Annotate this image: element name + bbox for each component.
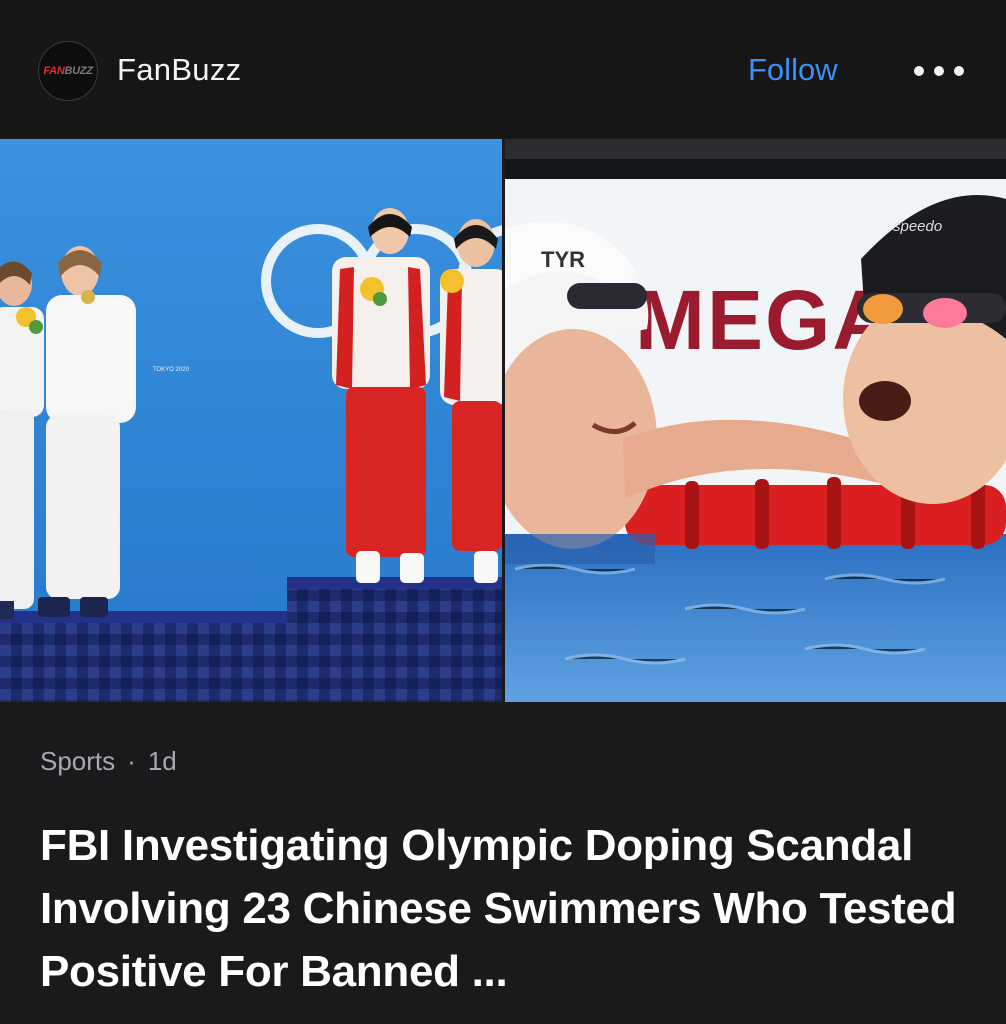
source-avatar[interactable]: FANBUZZ bbox=[38, 41, 98, 101]
podium-photo: TOKYO 2020 bbox=[0, 139, 502, 702]
pool-photo: MEGA TYR speedo bbox=[505, 139, 1006, 702]
tyr-cap-logo: TYR bbox=[541, 247, 585, 272]
meta-separator: · bbox=[127, 746, 136, 776]
article-image[interactable]: TOKYO 2020 MEGA TYR speedo bbox=[0, 139, 1006, 702]
post-age: 1d bbox=[147, 746, 177, 776]
speedo-cap-logo: speedo bbox=[893, 218, 942, 235]
source-logo: FANBUZZ bbox=[43, 65, 93, 77]
more-options-icon[interactable] bbox=[914, 58, 964, 84]
source-name[interactable]: FanBuzz bbox=[117, 52, 241, 88]
post-header: FANBUZZ FanBuzz Follow bbox=[0, 0, 1006, 138]
follow-button[interactable]: Follow bbox=[748, 52, 838, 88]
category-label[interactable]: Sports bbox=[40, 746, 115, 776]
article-headline[interactable]: FBI Investigating Olympic Doping Scandal… bbox=[40, 814, 980, 1003]
tokyo-2020-text: TOKYO 2020 bbox=[153, 367, 190, 373]
article-meta: Sports · 1d bbox=[40, 746, 177, 777]
